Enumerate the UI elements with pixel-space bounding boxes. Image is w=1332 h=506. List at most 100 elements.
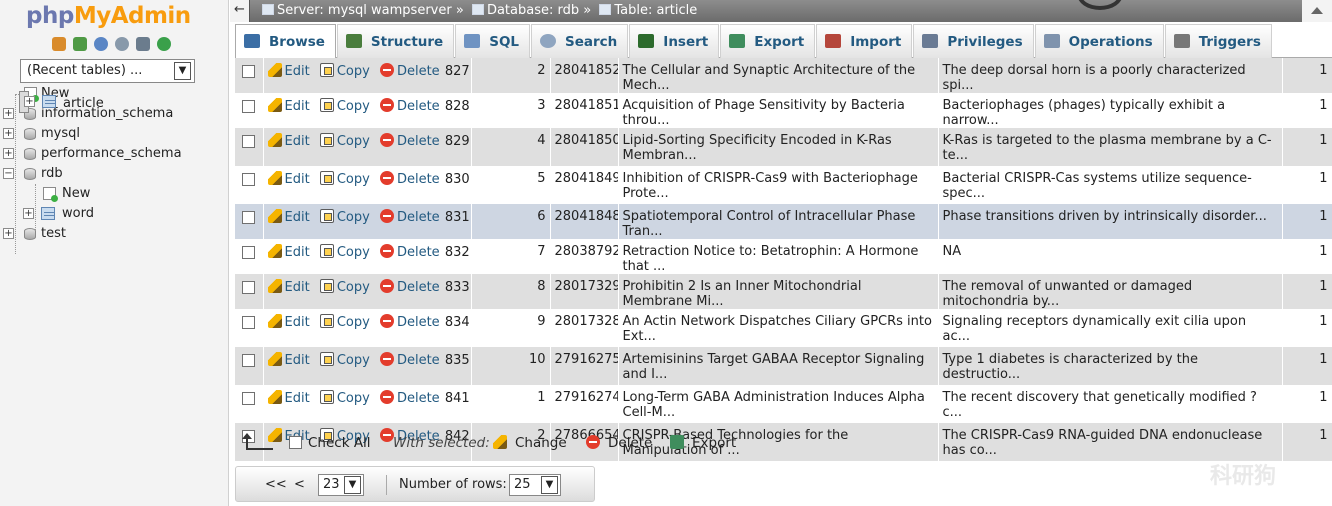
row-checkbox[interactable] <box>242 173 256 186</box>
row-pmid: 28017329 <box>550 274 619 309</box>
delete-link[interactable]: Delete <box>379 209 440 225</box>
row-checkbox[interactable] <box>242 281 256 294</box>
tree-item-word[interactable]: + word <box>19 204 229 224</box>
tree-item-performance-schema[interactable]: + performance_schema <box>0 144 229 164</box>
tree-item-information-schema[interactable]: + information_schema <box>0 104 229 124</box>
copy-link[interactable]: Copy <box>319 98 370 114</box>
row-checkbox[interactable] <box>242 246 256 259</box>
copy-link[interactable]: Copy <box>319 390 370 406</box>
row-flag: 1 <box>1282 58 1332 93</box>
edit-link[interactable]: Edit <box>267 133 310 149</box>
table-row[interactable]: Edit Copy Delete 835 10 27916275 Artemisinin… <box>235 347 1332 385</box>
edit-link[interactable]: Edit <box>267 279 310 295</box>
settings-icon[interactable] <box>136 37 150 51</box>
number-of-rows-select[interactable]: 25 ▼ <box>509 474 561 496</box>
table-row[interactable]: Edit Copy Delete 832 7 28038792 Retraction N… <box>235 239 1332 274</box>
delete-link[interactable]: Delete <box>379 171 440 187</box>
export-selected-button[interactable]: Export <box>670 435 736 451</box>
reload-icon[interactable] <box>157 37 171 51</box>
tab-export[interactable]: Export <box>720 24 816 58</box>
previous-page-button[interactable]: < <box>294 477 305 492</box>
delete-link[interactable]: Delete <box>379 352 440 368</box>
tree-item-article[interactable]: + article <box>19 91 104 113</box>
row-checkbox[interactable] <box>242 100 256 113</box>
table-row[interactable]: Edit Copy Delete 829 4 28041850 Lipid-Sortin… <box>235 128 1332 166</box>
tree-item-mysql[interactable]: + mysql <box>0 124 229 144</box>
table-row[interactable]: Edit Copy Delete 841 1 27916274 Long-Term GA… <box>235 385 1332 423</box>
recent-tables-select[interactable]: (Recent tables) ... ▼ <box>20 59 195 83</box>
delete-link[interactable]: Delete <box>379 244 440 260</box>
delete-link[interactable]: Delete <box>379 98 440 114</box>
row-checkbox[interactable] <box>242 135 256 148</box>
copy-link[interactable]: Copy <box>319 209 370 225</box>
delete-link[interactable]: Delete <box>379 390 440 406</box>
expand-icon[interactable]: + <box>23 208 34 219</box>
copy-link[interactable]: Copy <box>319 63 370 79</box>
home-icon[interactable] <box>52 37 66 51</box>
collapse-top-icon[interactable] <box>1302 0 1332 22</box>
edit-link[interactable]: Edit <box>267 98 310 114</box>
tree-item-test[interactable]: + test <box>0 224 229 244</box>
tab-triggers[interactable]: Triggers <box>1164 24 1272 58</box>
change-selected-button[interactable]: Change <box>493 435 567 451</box>
check-all-checkbox[interactable] <box>289 436 302 449</box>
copy-link[interactable]: Copy <box>319 314 370 330</box>
logout-icon[interactable] <box>73 37 87 51</box>
delete-link[interactable]: Delete <box>379 133 440 149</box>
row-checkbox[interactable] <box>242 392 256 405</box>
row-checkbox[interactable] <box>242 211 256 224</box>
tree-item-new-table[interactable]: New <box>0 184 229 234</box>
delete-selected-button[interactable]: Delete <box>586 435 652 451</box>
triggers-icon <box>1173 34 1190 48</box>
copy-link[interactable]: Copy <box>319 171 370 187</box>
edit-link[interactable]: Edit <box>267 314 310 330</box>
table-row[interactable]: Edit Copy Delete 831 6 28041848 Spatiotempor… <box>235 204 1332 239</box>
check-all-label[interactable]: Check All <box>308 435 371 451</box>
edit-link[interactable]: Edit <box>267 209 310 225</box>
edit-link[interactable]: Edit <box>267 244 310 260</box>
copy-link[interactable]: Copy <box>319 244 370 260</box>
breadcrumb-table[interactable]: Table: article <box>614 3 697 18</box>
expand-icon[interactable]: + <box>3 148 14 159</box>
expand-icon[interactable]: + <box>3 128 14 139</box>
table-row[interactable]: Edit Copy Delete 834 9 28017328 An Actin Net… <box>235 309 1332 347</box>
edit-link[interactable]: Edit <box>267 352 310 368</box>
edit-link[interactable]: Edit <box>267 63 310 79</box>
collapse-icon[interactable]: − <box>3 168 14 179</box>
back-arrow-icon[interactable]: ← <box>230 0 250 22</box>
tree-item-rdb[interactable]: − rdb <box>0 164 229 184</box>
table-row[interactable]: Edit Copy Delete 827 2 28041852 The Cellular… <box>235 58 1332 93</box>
expand-icon[interactable]: + <box>24 96 35 107</box>
tab-sql[interactable]: SQL <box>455 24 531 58</box>
row-checkbox[interactable] <box>242 65 256 78</box>
edit-link[interactable]: Edit <box>267 390 310 406</box>
delete-link[interactable]: Delete <box>379 63 440 79</box>
row-checkbox[interactable] <box>242 354 256 367</box>
breadcrumb-database[interactable]: Database: rdb » <box>487 3 591 18</box>
tab-search[interactable]: Search <box>531 24 629 58</box>
expand-icon[interactable]: + <box>3 108 14 119</box>
table-row[interactable]: Edit Copy Delete 828 3 28041851 Acquisition … <box>235 93 1332 128</box>
phpmyadmin-logo[interactable]: phpMyAdmin <box>26 3 191 29</box>
copy-link[interactable]: Copy <box>319 133 370 149</box>
edit-link[interactable]: Edit <box>267 171 310 187</box>
delete-link[interactable]: Delete <box>379 314 440 330</box>
expand-icon[interactable]: + <box>3 228 14 239</box>
copy-link[interactable]: Copy <box>319 279 370 295</box>
tab-import[interactable]: Import <box>816 24 913 58</box>
delete-link[interactable]: Delete <box>379 279 440 295</box>
tab-insert[interactable]: Insert <box>629 24 720 58</box>
first-page-button[interactable]: << <box>265 477 287 492</box>
page-select[interactable]: 23 ▼ <box>318 474 364 496</box>
help-icon[interactable] <box>94 37 108 51</box>
docs-icon[interactable] <box>115 37 129 51</box>
tab-structure[interactable]: Structure <box>336 24 455 58</box>
tab-browse[interactable]: Browse <box>235 24 336 58</box>
table-row[interactable]: Edit Copy Delete 833 8 28017329 Prohibitin 2… <box>235 274 1332 309</box>
tab-privileges[interactable]: Privileges <box>913 24 1034 58</box>
row-checkbox[interactable] <box>242 316 256 329</box>
breadcrumb-server[interactable]: Server: mysql wampserver » <box>277 3 464 18</box>
tab-operations[interactable]: Operations <box>1034 24 1164 58</box>
table-row[interactable]: Edit Copy Delete 830 5 28041849 Inhibition o… <box>235 166 1332 204</box>
copy-link[interactable]: Copy <box>319 352 370 368</box>
